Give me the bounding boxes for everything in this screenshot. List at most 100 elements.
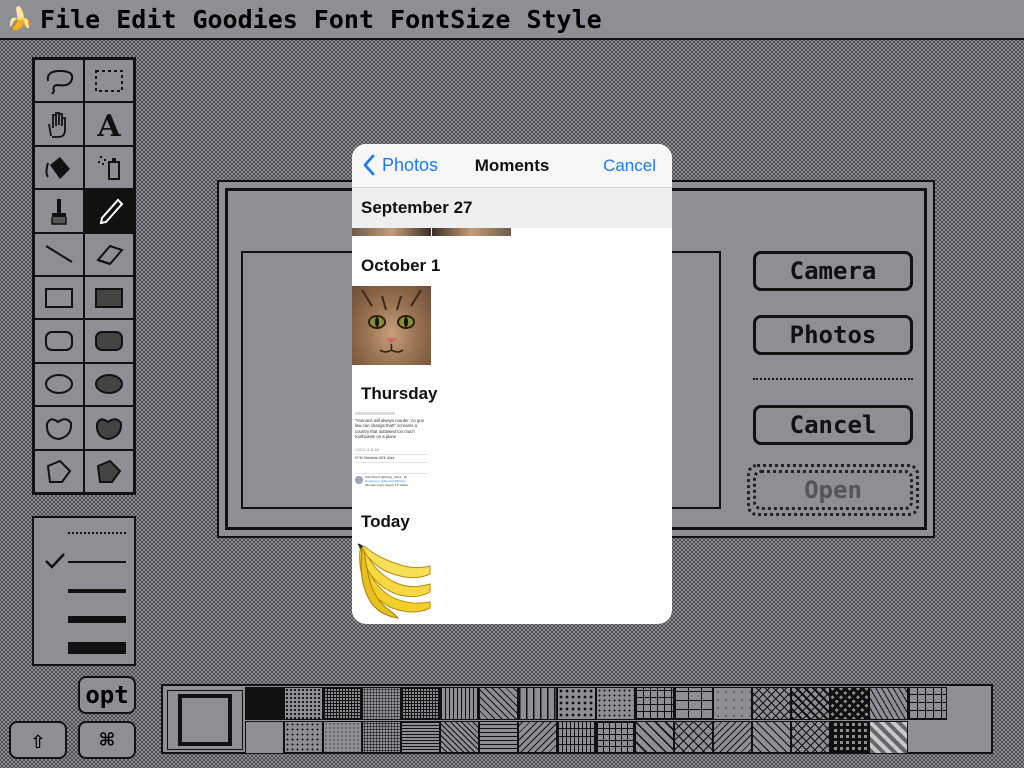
picker-cancel-button[interactable]: Cancel	[603, 156, 656, 176]
pattern-swatch[interactable]	[479, 721, 518, 754]
pattern-palette	[161, 684, 993, 754]
oval-tool[interactable]	[34, 362, 84, 407]
pattern-swatch[interactable]	[362, 687, 401, 720]
pencil-tool[interactable]	[84, 189, 134, 233]
freeform-tool[interactable]	[34, 406, 84, 450]
tweet-stats: 57.9K Retweets 152K Likes	[355, 456, 395, 460]
bananas-icon	[357, 543, 431, 619]
photo-thumbnail-bananas[interactable]	[352, 540, 431, 619]
pattern-swatch[interactable]	[401, 687, 440, 720]
eraser-tool[interactable]	[84, 232, 134, 276]
filled-oval-tool[interactable]	[84, 362, 134, 407]
pattern-swatch[interactable]	[440, 721, 479, 754]
text-tool[interactable]: A	[84, 102, 134, 146]
pattern-swatch[interactable]	[635, 687, 674, 720]
paint-bucket-icon	[45, 157, 70, 180]
spray-can-icon	[98, 156, 120, 181]
pattern-swatch[interactable]	[674, 721, 713, 754]
rounded-rect-tool[interactable]	[34, 319, 84, 363]
fill-tool[interactable]	[34, 145, 84, 190]
pattern-swatch[interactable]	[401, 721, 440, 754]
pattern-swatch[interactable]	[323, 687, 362, 720]
brush-tool[interactable]	[34, 189, 84, 233]
camera-button[interactable]: Camera	[753, 251, 913, 291]
pattern-swatch[interactable]	[557, 687, 596, 720]
filled-freeform-tool[interactable]	[84, 406, 134, 450]
tools-palette: A	[32, 57, 136, 495]
pencil-icon	[99, 198, 124, 225]
pattern-swatch[interactable]	[245, 687, 284, 720]
filled-polygon-icon	[96, 460, 122, 484]
pattern-swatch[interactable]	[362, 721, 401, 754]
rectangle-icon	[45, 287, 73, 308]
photo-thumbnail-cat[interactable]	[352, 286, 431, 365]
thumb-sep27-a[interactable]	[352, 228, 431, 236]
polygon-tool[interactable]	[34, 449, 84, 493]
cancel-button[interactable]: Cancel	[753, 405, 913, 445]
thumb-sep27-b[interactable]	[432, 228, 511, 236]
open-button[interactable]: Open	[747, 464, 919, 516]
filled-rounded-rect-tool[interactable]	[84, 319, 134, 363]
pattern-swatch[interactable]	[635, 721, 674, 754]
shift-key[interactable]: ⇧	[9, 721, 67, 759]
pattern-swatch[interactable]	[284, 687, 323, 720]
lasso-tool[interactable]	[34, 59, 84, 103]
line-width-thick[interactable]	[68, 616, 126, 623]
pattern-swatch[interactable]	[440, 687, 479, 720]
line-width-medium[interactable]	[68, 589, 126, 593]
photo-picker: Photos Moments Cancel September 27 Octob…	[352, 144, 672, 624]
pattern-swatch[interactable]	[791, 721, 830, 754]
pattern-swatch[interactable]	[596, 721, 635, 754]
pattern-swatch[interactable]	[713, 687, 752, 720]
menu-fontsize[interactable]: FontSize	[390, 5, 510, 34]
pattern-swatch[interactable]	[479, 687, 518, 720]
line-tool[interactable]	[34, 232, 84, 276]
pattern-swatch[interactable]	[830, 687, 869, 720]
pattern-swatch[interactable]	[518, 721, 557, 754]
pattern-swatch[interactable]	[674, 687, 713, 720]
filled-polygon-tool[interactable]	[84, 449, 134, 493]
spray-tool[interactable]	[84, 145, 134, 190]
pattern-swatch[interactable]	[323, 721, 362, 754]
tweet-meta: 10/2/17, 8:36 AM	[355, 448, 380, 452]
filled-rectangle-icon	[95, 287, 123, 308]
pattern-swatch[interactable]	[518, 687, 557, 720]
pattern-swatch[interactable]	[791, 687, 830, 720]
marquee-tool[interactable]	[84, 59, 134, 103]
pattern-swatch[interactable]	[830, 721, 869, 754]
opt-key[interactable]: opt	[78, 676, 136, 714]
line-width-dotted[interactable]	[68, 532, 126, 534]
menu-bar: 🍌 File Edit Goodies Font FontSize Style	[0, 0, 1024, 40]
menu-font[interactable]: Font	[314, 5, 374, 34]
pattern-swatch[interactable]	[908, 687, 947, 720]
banana-icon[interactable]: 🍌	[0, 7, 40, 32]
command-key[interactable]: ⌘	[78, 721, 136, 759]
pattern-swatch[interactable]	[713, 721, 752, 754]
pattern-swatch[interactable]	[557, 721, 596, 754]
photo-thumbnail-tweet[interactable]: "Humans will always murder, no gun law c…	[352, 410, 431, 489]
diagonal-line-icon	[45, 245, 73, 264]
pattern-swatch[interactable]	[596, 687, 635, 720]
rounded-rectangle-icon	[45, 331, 73, 352]
eraser-icon	[96, 245, 124, 266]
filled-oval-icon	[95, 374, 123, 395]
pattern-swatch[interactable]	[245, 721, 284, 754]
line-width-heavy[interactable]	[68, 642, 126, 654]
pattern-swatch[interactable]	[869, 721, 908, 754]
pattern-swatch[interactable]	[752, 721, 791, 754]
checkmark-icon	[45, 553, 65, 569]
pattern-swatch[interactable]	[752, 687, 791, 720]
menu-style[interactable]: Style	[526, 5, 601, 34]
letter-a-icon: A	[96, 110, 121, 138]
rectangle-tool[interactable]	[34, 275, 84, 320]
filled-rectangle-tool[interactable]	[84, 275, 134, 320]
menu-goodies[interactable]: Goodies	[192, 5, 297, 34]
photos-button[interactable]: Photos	[753, 315, 913, 355]
menu-file[interactable]: File	[40, 5, 100, 34]
pattern-swatch[interactable]	[869, 687, 908, 720]
pattern-swatch[interactable]	[284, 721, 323, 754]
line-width-thin[interactable]	[68, 561, 126, 563]
picker-nav-bar: Photos Moments Cancel	[352, 144, 672, 188]
hand-tool[interactable]	[34, 102, 84, 146]
menu-edit[interactable]: Edit	[116, 5, 176, 34]
